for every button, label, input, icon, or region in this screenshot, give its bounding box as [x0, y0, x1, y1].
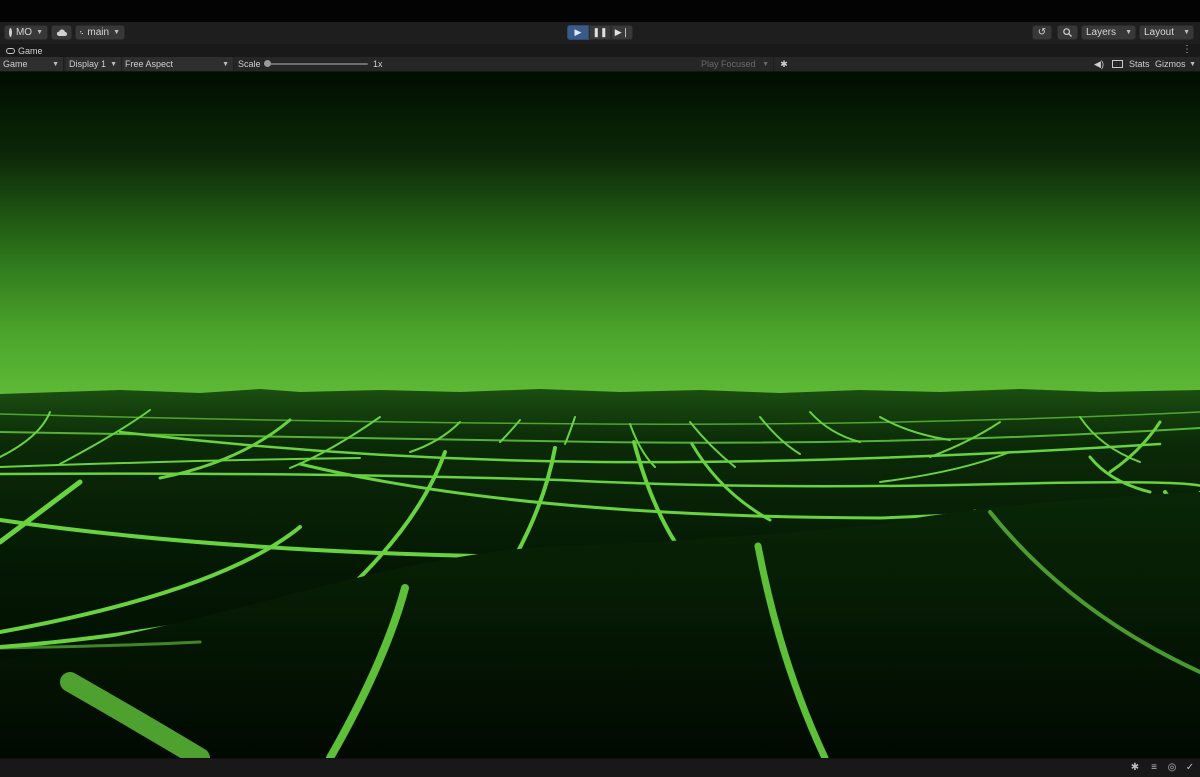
cloud-button[interactable] [51, 25, 72, 40]
chevron-down-icon: ▼ [762, 60, 769, 68]
account-icon [9, 28, 12, 37]
aspect-label: Free Aspect [125, 59, 174, 69]
play-button[interactable]: ▶ [567, 25, 589, 40]
layout-dropdown[interactable]: Layout ▼ [1139, 25, 1194, 40]
gizmos-dropdown[interactable]: Gizmos ▼ [1155, 57, 1199, 71]
keyboard-toggle[interactable] [1111, 57, 1123, 71]
gamepad-icon [6, 47, 15, 54]
main-toolbar: MO ▼ main ▼ ▶ ❚❚ ▶❘ ↺ Layers ▼ Layout ▼ [0, 22, 1200, 45]
scale-label: Scale [238, 59, 261, 69]
bug-icon[interactable]: ✱ [1130, 763, 1140, 773]
play-mode-label: Play Focused [701, 59, 756, 69]
game-scene [0, 72, 1200, 758]
chevron-down-icon: ▼ [1183, 29, 1190, 36]
chevron-down-icon: ▼ [36, 29, 43, 36]
layers-dropdown[interactable]: Layers ▼ [1081, 25, 1136, 40]
chevron-down-icon: ▼ [110, 60, 117, 68]
gizmos-label: Gizmos [1155, 59, 1186, 69]
layout-label: Layout [1144, 27, 1175, 38]
history-icon: ↺ [1037, 27, 1047, 38]
scale-slider-track[interactable] [266, 63, 368, 65]
play-icon: ▶ [574, 27, 582, 37]
tab-game[interactable]: Game [0, 44, 49, 57]
more-options-icon[interactable]: ⋮ [1182, 44, 1192, 55]
scale-value: 1x [373, 59, 383, 69]
search-button[interactable] [1057, 25, 1078, 40]
branch-icon [80, 30, 84, 35]
stats-toggle[interactable]: Stats [1129, 57, 1150, 71]
game-viewport[interactable] [0, 72, 1200, 758]
scanline-overlay [0, 72, 1200, 758]
aspect-dropdown[interactable]: Free Aspect ▼ [122, 57, 234, 71]
bug-icon: ✱ [780, 58, 788, 69]
status-bar: ✱ ≡ ◎ ✓ [0, 758, 1200, 777]
network-icon[interactable]: ◎ [1167, 763, 1177, 773]
pause-icon: ❚❚ [592, 27, 608, 37]
cloud-icon [56, 29, 67, 36]
title-bar [0, 0, 1200, 22]
account-button[interactable]: MO ▼ [4, 25, 48, 40]
playmode-controls: ▶ ❚❚ ▶❘ [567, 25, 633, 40]
scale-slider-handle[interactable] [264, 60, 271, 67]
play-mode-dropdown[interactable]: Play Focused ▼ [698, 57, 774, 71]
pause-button[interactable]: ❚❚ [589, 25, 611, 40]
view-mode-dropdown[interactable]: Game ▼ [0, 57, 64, 71]
chevron-down-icon: ▼ [113, 29, 120, 36]
mute-audio-toggle[interactable]: ◀) [1094, 57, 1104, 71]
branch-label: main [87, 27, 110, 38]
search-icon [1063, 28, 1072, 37]
chevron-down-icon: ▼ [222, 60, 229, 68]
check-circle-icon[interactable]: ✓ [1185, 763, 1195, 773]
panel-tab-row: Game ⋮ [0, 44, 1200, 57]
branch-button[interactable]: main ▼ [75, 25, 125, 40]
view-mode-label: Game [3, 59, 28, 69]
game-view-toolbar: Game ▼ Display 1 ▼ Free Aspect ▼ Scale 1… [0, 57, 1200, 72]
step-button[interactable]: ▶❘ [611, 25, 633, 40]
bug-toggle[interactable]: ✱ [778, 57, 790, 71]
database-icon[interactable]: ≡ [1149, 763, 1159, 773]
chevron-down-icon: ▼ [1189, 60, 1196, 68]
account-label: MO [15, 27, 33, 38]
keyboard-icon [1111, 60, 1123, 68]
history-button[interactable]: ↺ [1032, 25, 1052, 40]
speaker-icon: ◀) [1094, 58, 1104, 69]
chevron-down-icon: ▼ [52, 60, 59, 68]
layers-label: Layers [1086, 27, 1117, 38]
step-icon: ▶❘ [614, 27, 630, 37]
display-dropdown[interactable]: Display 1 ▼ [66, 57, 122, 71]
chevron-down-icon: ▼ [1125, 29, 1132, 36]
tab-game-label: Game [18, 45, 43, 56]
display-label: Display 1 [69, 59, 107, 69]
